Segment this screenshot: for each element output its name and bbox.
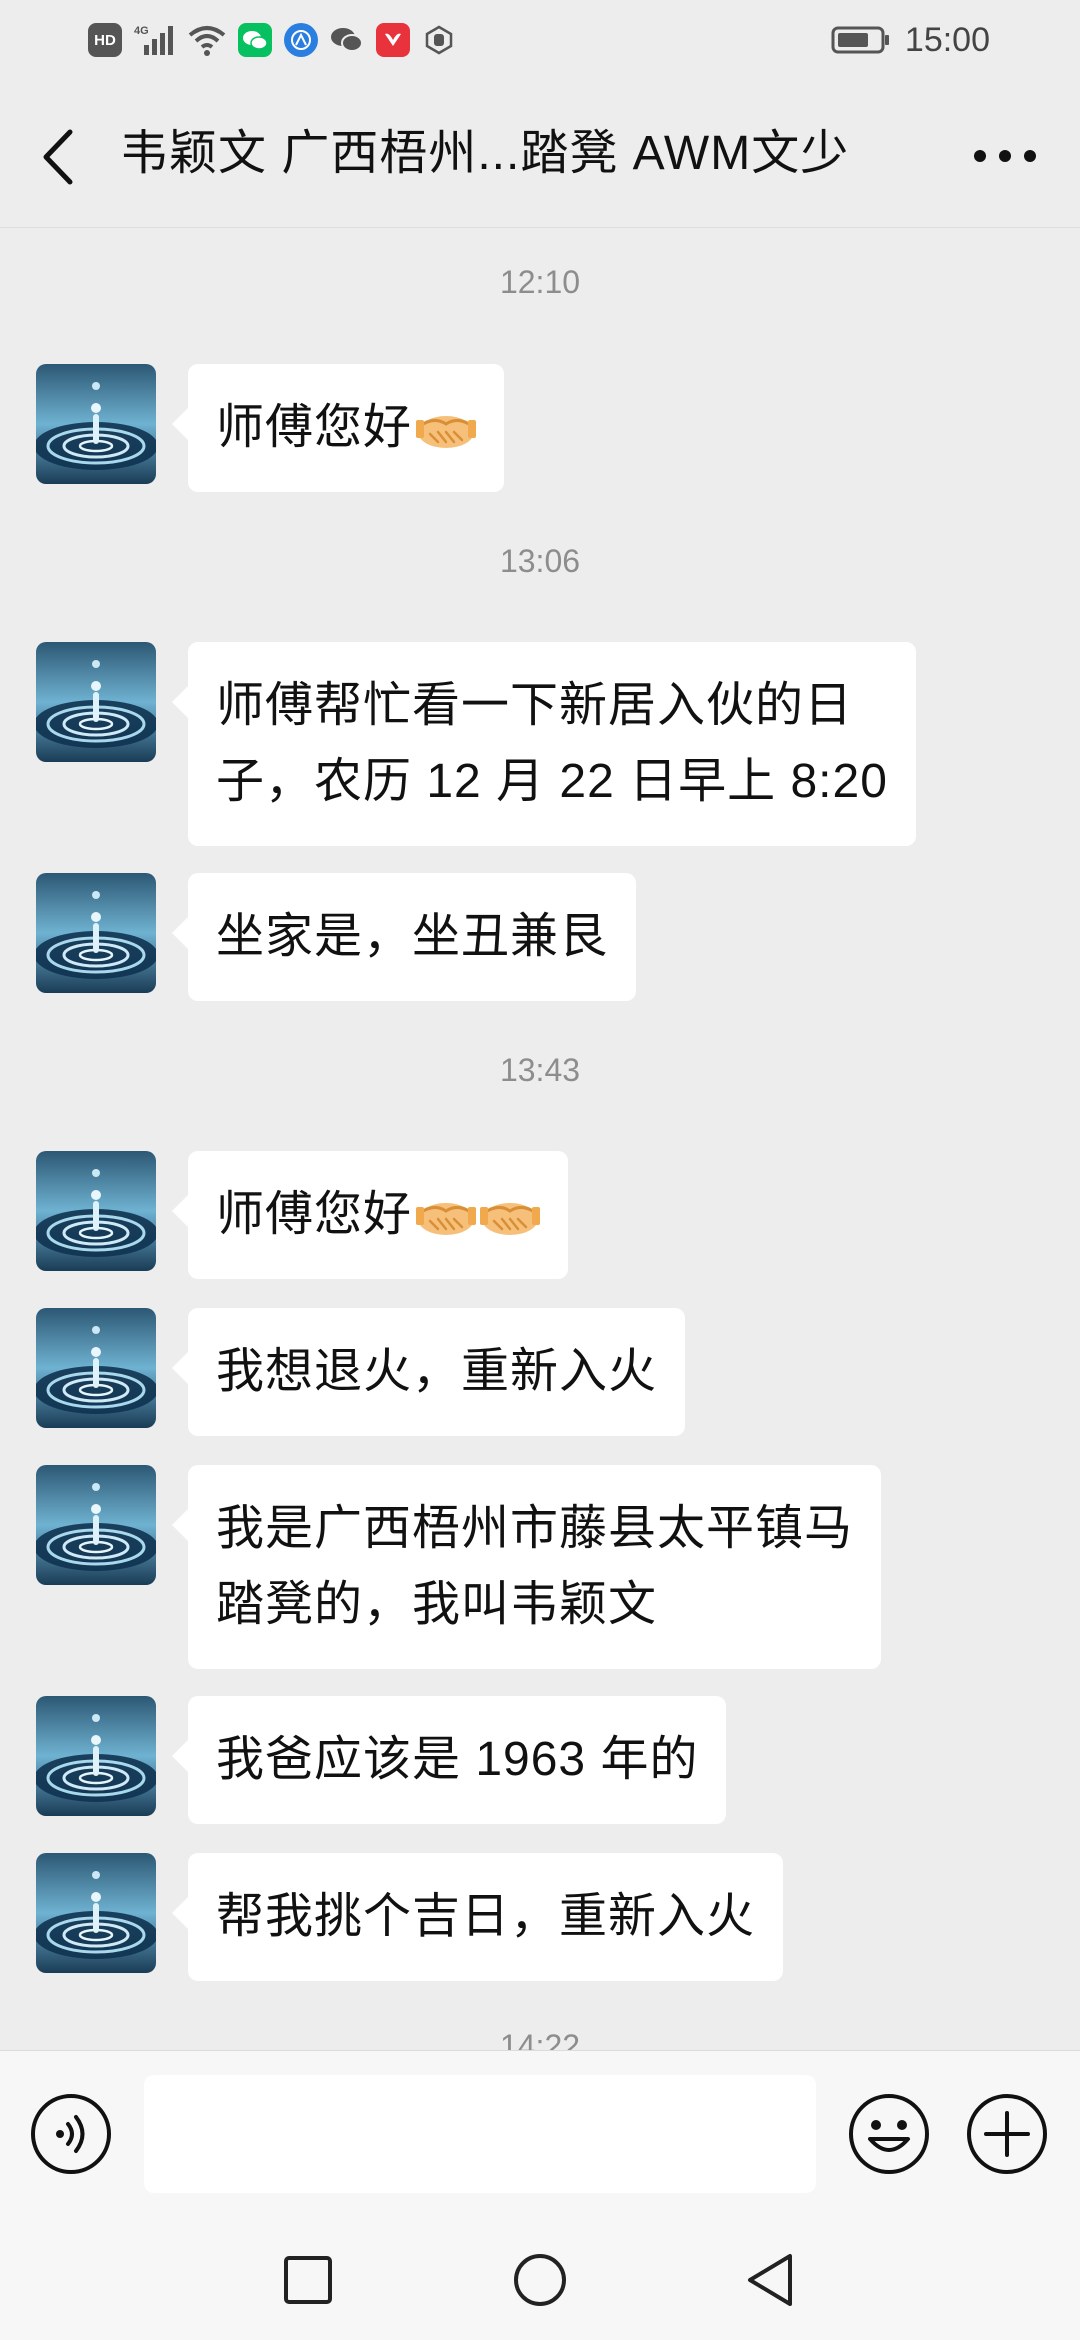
battery-icon bbox=[831, 26, 889, 54]
square-icon[interactable] bbox=[270, 2242, 346, 2318]
voice-icon[interactable] bbox=[28, 2091, 114, 2177]
chevron-left-icon[interactable] bbox=[28, 114, 90, 200]
hand-icon bbox=[422, 23, 456, 57]
message-text: 我想退火，重新入火 bbox=[216, 1345, 658, 1398]
avatar[interactable] bbox=[36, 1308, 156, 1428]
more-dots-icon[interactable] bbox=[960, 121, 1050, 191]
message-text-line: 子，农历 12 月 22 日早上 8:20 bbox=[216, 755, 888, 808]
message-bubble[interactable]: 师傅帮忙看一下新居入伙的日 子，农历 12 月 22 日早上 8:20 bbox=[172, 642, 916, 846]
avatar[interactable] bbox=[36, 1853, 156, 1973]
message-input[interactable] bbox=[144, 2075, 816, 2193]
message-bubble[interactable]: 我爸应该是 1963 年的 bbox=[171, 1696, 727, 1824]
message-text: 坐家是，坐丑兼艮 bbox=[216, 910, 609, 963]
triangle-back-icon[interactable] bbox=[732, 2242, 808, 2318]
system-nav-bar bbox=[0, 2220, 1080, 2340]
avatar[interactable] bbox=[36, 642, 156, 762]
browser-app-icon bbox=[284, 23, 318, 57]
message-text-line: 踏凳的，我叫韦颖文 bbox=[216, 1578, 658, 1631]
handshake-emoji-icon bbox=[416, 1201, 477, 1237]
message-bubble[interactable]: 我是广西梧州市藤县太平镇马 踏凳的，我叫韦颖文 bbox=[171, 1465, 882, 1669]
input-bar bbox=[0, 2050, 1080, 2221]
avatar[interactable] bbox=[36, 1696, 156, 1816]
emoji-icon[interactable] bbox=[846, 2091, 932, 2177]
message-text: 师傅您好 bbox=[216, 401, 413, 454]
avatar[interactable] bbox=[36, 364, 156, 484]
handshake-emoji-icon bbox=[416, 414, 477, 450]
message-bubble[interactable]: 我想退火，重新入火 bbox=[171, 1308, 686, 1436]
message-bubble[interactable]: 师傅您好 bbox=[171, 1151, 569, 1279]
message-text: 我爸应该是 1963 年的 bbox=[216, 1733, 699, 1786]
plus-circle-icon[interactable] bbox=[964, 2091, 1050, 2177]
status-icons-left: HD 4G bbox=[88, 22, 456, 58]
message-bubble[interactable]: 坐家是，坐丑兼艮 bbox=[171, 873, 637, 1001]
message-bubble[interactable]: 师傅您好 bbox=[171, 364, 505, 492]
avatar[interactable] bbox=[36, 1151, 156, 1271]
chat-header: 韦颖文 广西梧州...踏凳 AWM文少 bbox=[0, 80, 1080, 228]
wechat-app-icon bbox=[238, 23, 272, 57]
signal-icon: 4G bbox=[134, 25, 173, 55]
avatar[interactable] bbox=[36, 1465, 156, 1585]
message-list[interactable]: 12:10 师傅您好 13:06 师傅帮忙看一下新居入伙的日 子，农历 12 月… bbox=[0, 228, 1080, 2050]
timestamp: 12:10 bbox=[499, 264, 581, 300]
message-text: 帮我挑个吉日，重新入火 bbox=[216, 1890, 756, 1943]
timestamp: 14:22 bbox=[499, 2028, 581, 2050]
message-text-line: 我是广西梧州市藤县太平镇马 bbox=[216, 1502, 854, 1555]
wifi-icon bbox=[188, 26, 226, 56]
message-text-line: 师傅帮忙看一下新居入伙的日 bbox=[216, 679, 854, 732]
chat-title: 韦颖文 广西梧州...踏凳 AWM文少 bbox=[120, 127, 850, 180]
huawei-app-icon bbox=[376, 23, 410, 57]
status-time: 15:00 bbox=[904, 20, 990, 59]
avatar[interactable] bbox=[36, 873, 156, 993]
handshake-emoji-icon bbox=[480, 1201, 541, 1237]
status-bar: HD 4G 15:00 bbox=[0, 0, 1080, 80]
message-text: 师傅您好 bbox=[216, 1188, 413, 1241]
signal-label: 4G bbox=[134, 25, 149, 37]
timestamp: 13:06 bbox=[499, 543, 581, 579]
wechat-message-icon bbox=[330, 23, 364, 57]
hd-icon: HD bbox=[88, 23, 122, 57]
status-icons-right: 15:00 bbox=[831, 18, 990, 62]
timestamp: 13:43 bbox=[499, 1052, 581, 1088]
message-bubble[interactable]: 帮我挑个吉日，重新入火 bbox=[171, 1853, 784, 1981]
circle-icon[interactable] bbox=[502, 2242, 578, 2318]
